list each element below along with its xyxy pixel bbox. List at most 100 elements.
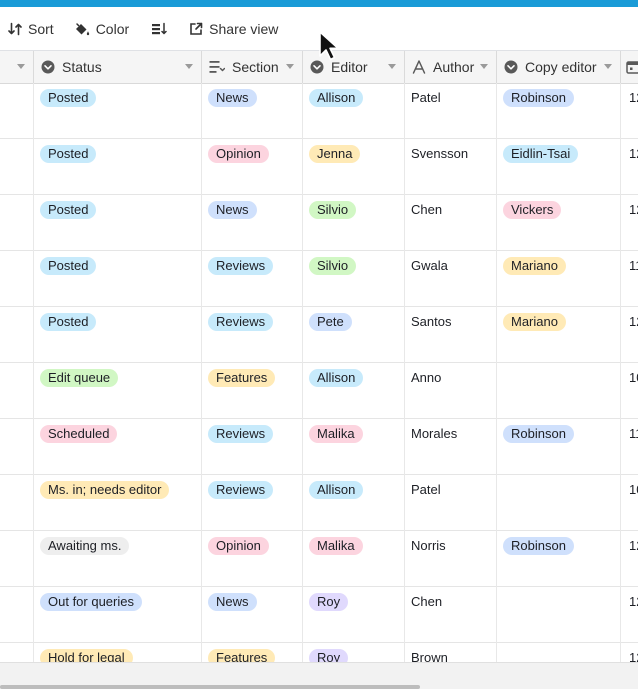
chevron-down-icon[interactable] [185,64,193,69]
author-cell[interactable]: Norris [405,531,497,587]
horizontal-scrollbar-track[interactable] [0,662,638,689]
row-expand-cell[interactable] [0,475,34,531]
copy-editor-cell[interactable] [497,363,621,419]
column-header-author[interactable]: Author [405,51,497,83]
editor-cell[interactable]: Malika [303,531,405,587]
table-row[interactable]: Posted News Allison Patel Robinson 12 [0,83,638,139]
date-cell[interactable]: 10 [621,363,638,419]
editor-cell[interactable]: Allison [303,363,405,419]
row-expand-cell[interactable] [0,83,34,139]
editor-cell[interactable]: Allison [303,475,405,531]
section-cell[interactable]: Reviews [202,307,303,363]
sort-button[interactable]: Sort [0,14,62,44]
copy-editor-cell[interactable]: Robinson [497,419,621,475]
row-expand-cell[interactable] [0,195,34,251]
table-row[interactable]: Edit queue Features Allison Anno 10 [0,363,638,419]
copy-editor-cell[interactable]: Mariano [497,307,621,363]
date-cell[interactable]: 10 [621,475,638,531]
author-cell[interactable]: Patel [405,83,497,139]
column-header-status[interactable]: Status [34,51,202,83]
section-cell[interactable]: News [202,195,303,251]
status-cell[interactable]: Scheduled [34,419,202,475]
horizontal-scrollbar-thumb[interactable] [0,685,420,689]
author-cell[interactable]: Morales [405,419,497,475]
copy-editor-cell[interactable] [497,587,621,643]
row-height-button[interactable] [143,14,175,44]
section-cell[interactable]: Opinion [202,139,303,195]
column-header-hidden[interactable] [0,51,34,83]
status-cell[interactable]: Awaiting ms. [34,531,202,587]
status-cell[interactable]: Ms. in; needs editor [34,475,202,531]
copy-editor-cell[interactable]: Vickers [497,195,621,251]
date-cell[interactable]: 12 [621,139,638,195]
editor-cell[interactable]: Roy [303,643,405,662]
editor-cell[interactable]: Silvio [303,195,405,251]
column-header-date[interactable] [621,51,638,83]
author-cell[interactable]: Anno [405,363,497,419]
status-cell[interactable]: Posted [34,195,202,251]
editor-cell[interactable]: Jenna [303,139,405,195]
date-cell[interactable]: 12 [621,307,638,363]
row-expand-cell[interactable] [0,139,34,195]
status-cell[interactable]: Edit queue [34,363,202,419]
copy-editor-cell[interactable]: Robinson [497,531,621,587]
author-cell[interactable]: Patel [405,475,497,531]
table-row[interactable]: Awaiting ms. Opinion Malika Norris Robinson 1… [0,531,638,587]
chevron-down-icon[interactable] [604,64,612,69]
row-expand-cell[interactable] [0,251,34,307]
column-header-copy-editor[interactable]: Copy editor [497,51,621,83]
chevron-down-icon[interactable] [17,64,25,69]
color-button[interactable]: Color [66,14,137,44]
date-cell[interactable]: 12 [621,643,638,662]
table-row[interactable]: Ms. in; needs editor Reviews Allison Patel 1… [0,475,638,531]
author-cell[interactable]: Brown [405,643,497,662]
section-cell[interactable]: Opinion [202,531,303,587]
author-cell[interactable]: Santos [405,307,497,363]
row-expand-cell[interactable] [0,307,34,363]
date-cell[interactable]: 12 [621,531,638,587]
row-expand-cell[interactable] [0,419,34,475]
section-cell[interactable]: News [202,587,303,643]
copy-editor-cell[interactable] [497,475,621,531]
section-cell[interactable]: Reviews [202,475,303,531]
chevron-down-icon[interactable] [286,64,294,69]
copy-editor-cell[interactable]: Mariano [497,251,621,307]
table-row[interactable]: Out for queries News Roy Chen 12 [0,587,638,643]
editor-cell[interactable]: Silvio [303,251,405,307]
copy-editor-cell[interactable]: Robinson [497,83,621,139]
section-cell[interactable]: Features [202,363,303,419]
date-cell[interactable]: 11 [621,419,638,475]
table-row[interactable]: Posted Opinion Jenna Svensson Eidlin-Tsai 12 [0,139,638,195]
table-row[interactable]: Posted News Silvio Chen Vickers 12 [0,195,638,251]
section-cell[interactable]: Features [202,643,303,662]
copy-editor-cell[interactable]: Eidlin-Tsai [497,139,621,195]
section-cell[interactable]: Reviews [202,419,303,475]
section-cell[interactable]: News [202,83,303,139]
status-cell[interactable]: Out for queries [34,587,202,643]
table-row[interactable]: Scheduled Reviews Malika Morales Robinson 11 [0,419,638,475]
author-cell[interactable]: Chen [405,587,497,643]
row-expand-cell[interactable] [0,363,34,419]
table-row[interactable]: Posted Reviews Silvio Gwala Mariano 11 [0,251,638,307]
date-cell[interactable]: 12 [621,587,638,643]
date-cell[interactable]: 11 [621,251,638,307]
editor-cell[interactable]: Roy [303,587,405,643]
author-cell[interactable]: Svensson [405,139,497,195]
table-row[interactable]: Hold for legal Features Roy Brown 12 [0,643,638,662]
row-expand-cell[interactable] [0,531,34,587]
editor-cell[interactable]: Allison [303,83,405,139]
status-cell[interactable]: Posted [34,83,202,139]
editor-cell[interactable]: Pete [303,307,405,363]
column-header-section[interactable]: Section [202,51,303,83]
copy-editor-cell[interactable] [497,643,621,662]
share-view-button[interactable]: Share view [181,14,286,44]
author-cell[interactable]: Chen [405,195,497,251]
status-cell[interactable]: Posted [34,251,202,307]
editor-cell[interactable]: Malika [303,419,405,475]
table-row[interactable]: Posted Reviews Pete Santos Mariano 12 [0,307,638,363]
author-cell[interactable]: Gwala [405,251,497,307]
date-cell[interactable]: 12 [621,195,638,251]
row-expand-cell[interactable] [0,643,34,662]
section-cell[interactable]: Reviews [202,251,303,307]
status-cell[interactable]: Posted [34,139,202,195]
